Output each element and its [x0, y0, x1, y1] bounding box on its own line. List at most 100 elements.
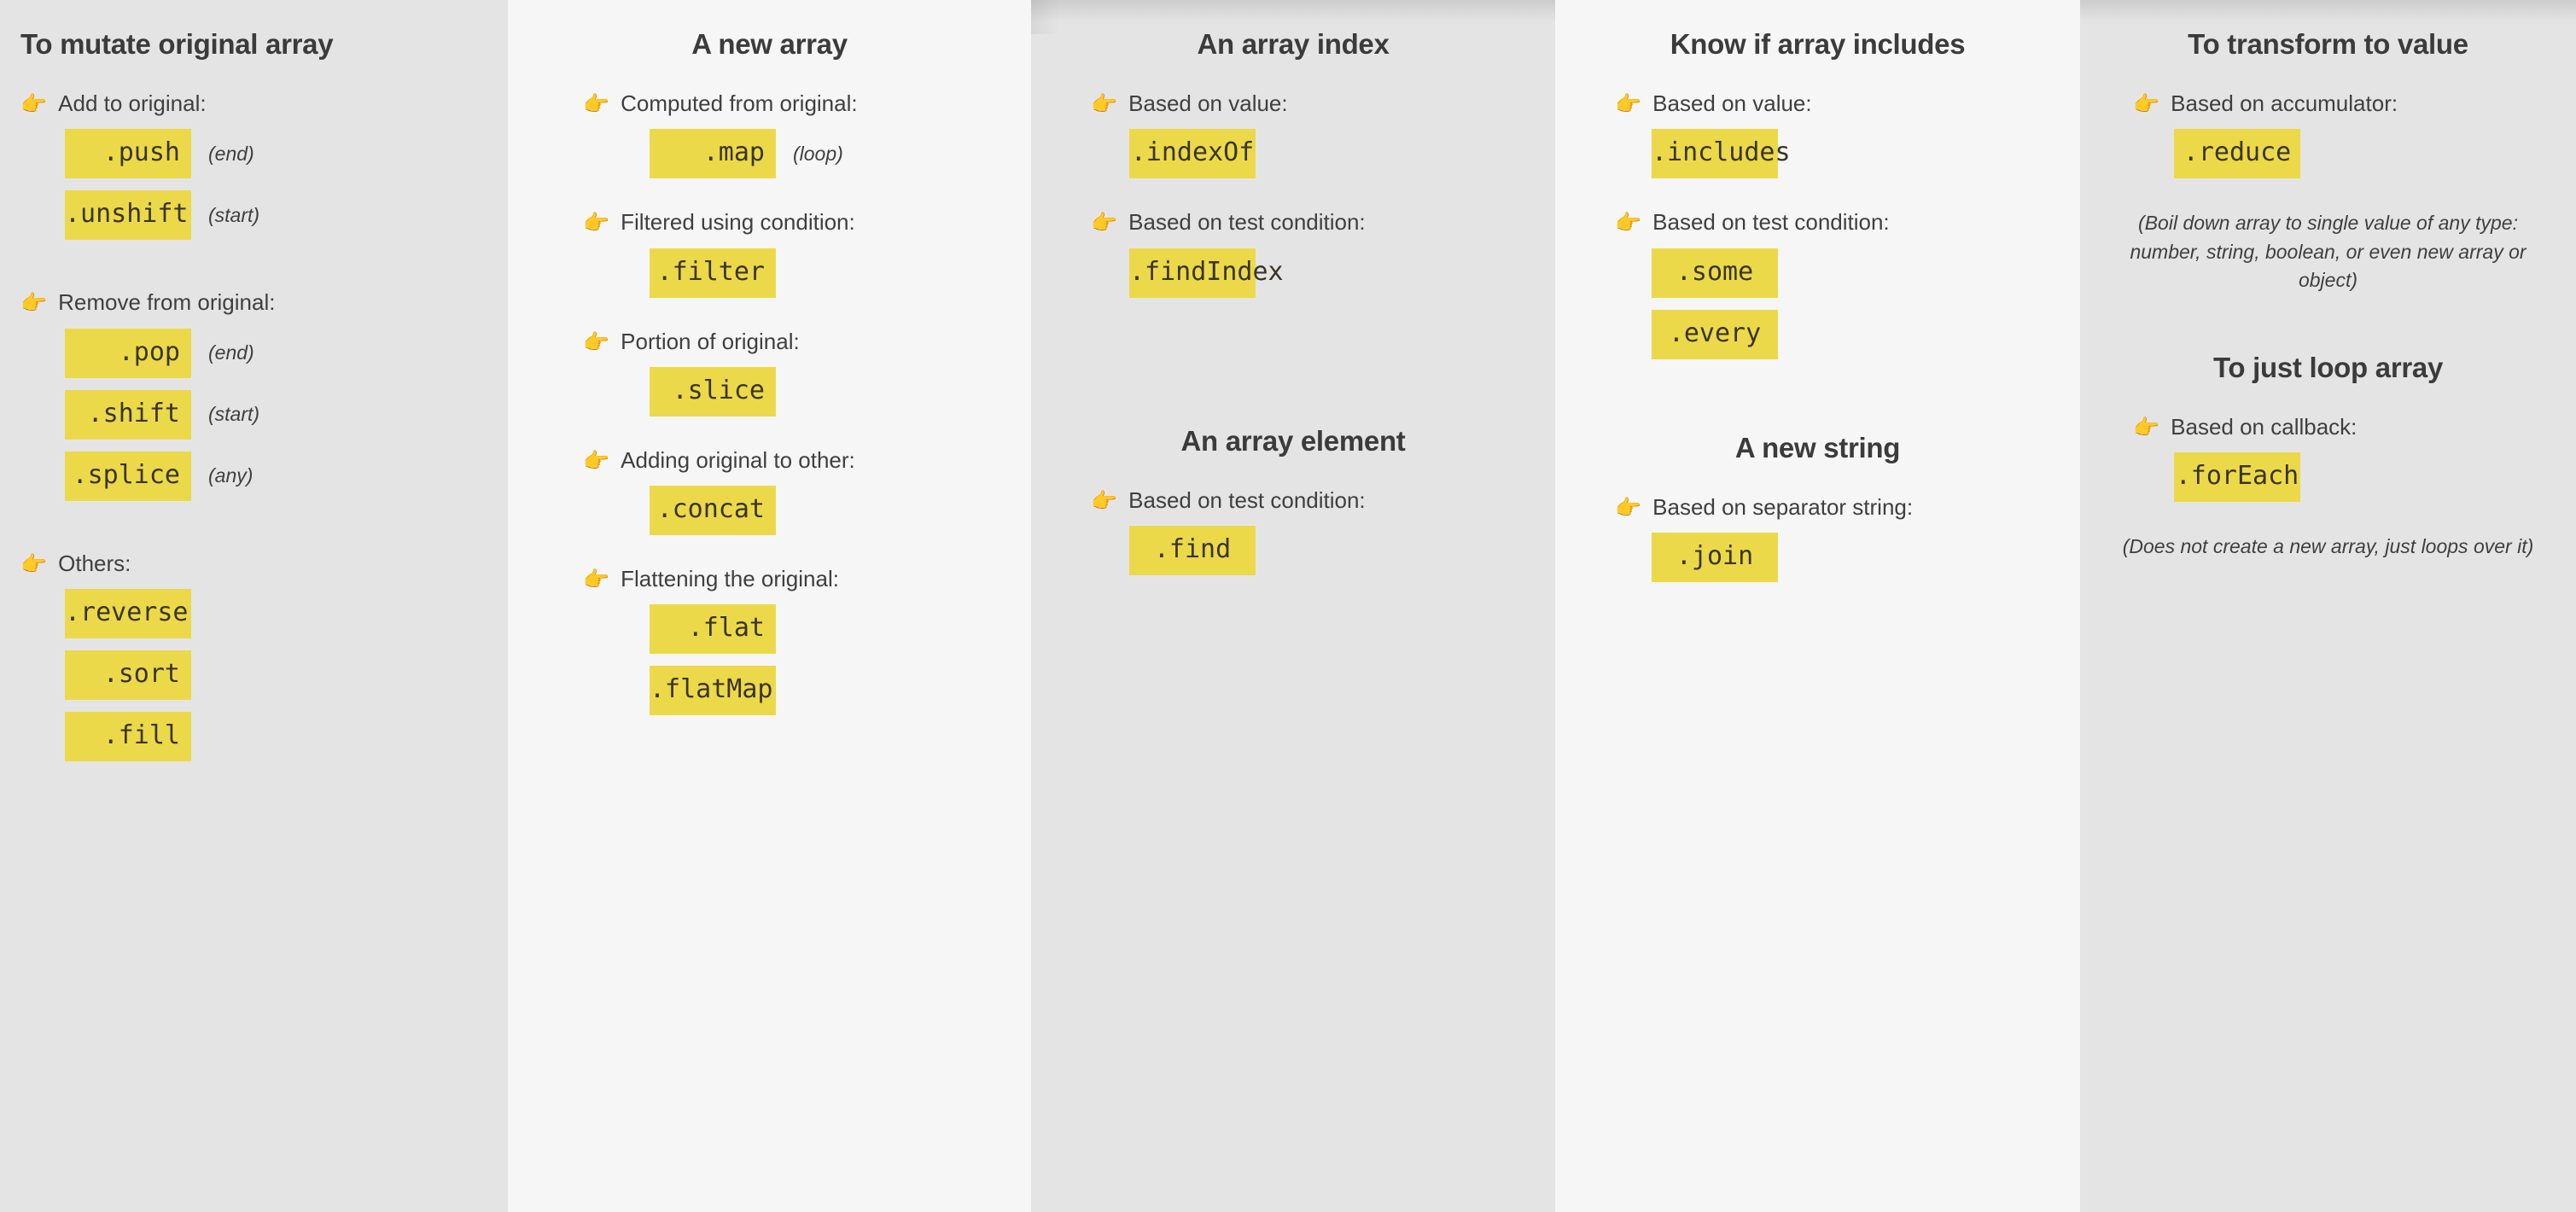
method-chip[interactable]: .flat — [650, 604, 776, 655]
method-row: .push (end) — [20, 129, 508, 179]
method-row: .sort — [20, 650, 508, 700]
method-chip[interactable]: .fill — [65, 711, 191, 761]
group-label-row: 👉 Based on callback: — [2080, 414, 2576, 440]
method-chip[interactable]: .sort — [65, 650, 191, 700]
method-chip[interactable]: .includes — [1652, 129, 1791, 179]
group-label-row: 👉 Remove from original: — [20, 289, 508, 316]
group-label-row: 👉 Computed from original: — [508, 90, 1031, 117]
group-label: Others: — [58, 550, 131, 576]
group-label-row: 👉 Based on value: — [1031, 90, 1555, 117]
hand-pointer-icon: 👉 — [1091, 211, 1118, 236]
method-row: .concat — [508, 486, 1031, 536]
method-row: .find — [1031, 526, 1555, 576]
hand-pointer-icon: 👉 — [20, 291, 48, 316]
group-label: Remove from original: — [58, 289, 276, 316]
group-label-row: 👉 Based on test condition: — [1031, 487, 1555, 514]
panel-heading: Know if array includes — [1670, 28, 1966, 60]
method-row: .forEach — [2080, 452, 2576, 502]
panel-mutate-original-array: To mutate original array 👉 Add to origin… — [0, 0, 508, 1212]
group-label: Based on test condition: — [1128, 487, 1366, 513]
group-label: Based on test condition: — [1652, 209, 1890, 236]
group-label: Based on value: — [1128, 90, 1288, 117]
method-row: .some — [1555, 248, 2080, 298]
method-chip[interactable]: .forEach — [2174, 452, 2300, 502]
hand-pointer-icon: 👉 — [1615, 211, 1642, 236]
hand-pointer-icon: 👉 — [20, 551, 48, 576]
hand-pointer-icon: 👉 — [1091, 92, 1118, 117]
group-label-row: 👉 Adding original to other: — [508, 447, 1031, 474]
panel-heading: A new array — [691, 28, 848, 60]
group-label: Based on value: — [1652, 90, 1812, 117]
method-chip[interactable]: .reverse — [65, 588, 191, 638]
method-row: .findIndex — [1031, 248, 1555, 298]
group-label-row: 👉 Based on test condition: — [1031, 209, 1555, 236]
method-note: (start) — [208, 203, 260, 226]
group-label: Adding original to other: — [621, 446, 855, 473]
method-row: .shift (start) — [20, 389, 508, 440]
method-row: .indexOf — [1031, 129, 1555, 179]
group-label: Based on callback: — [2171, 413, 2357, 440]
method-chip[interactable]: .some — [1652, 248, 1778, 298]
group-label-row: 👉 Portion of original: — [508, 329, 1031, 355]
method-row: .map (loop) — [508, 129, 1031, 179]
method-row: .flatMap — [508, 666, 1031, 716]
method-row: .splice (any) — [20, 451, 508, 501]
method-chip[interactable]: .flatMap — [650, 666, 776, 716]
hand-pointer-icon: 👉 — [2133, 92, 2160, 117]
group-label: Computed from original: — [621, 90, 858, 117]
method-row: .reduce — [2080, 129, 2576, 179]
method-chip[interactable]: .findIndex — [1129, 248, 1284, 298]
group-label-row: 👉 Based on accumulator: — [2080, 90, 2576, 117]
method-chip[interactable]: .map — [650, 129, 776, 179]
panel-know-if-array-includes: Know if array includes 👉 Based on value:… — [1555, 0, 2080, 1212]
method-chip[interactable]: .reduce — [2174, 129, 2300, 179]
group-label: Portion of original: — [621, 328, 800, 354]
panel-an-array-index: An array index 👉 Based on value: .indexO… — [1031, 0, 1555, 1212]
hand-pointer-icon: 👉 — [583, 211, 610, 236]
hand-pointer-icon: 👉 — [583, 568, 610, 592]
method-row: .unshift (start) — [20, 190, 508, 241]
method-chip[interactable]: .pop — [65, 328, 191, 378]
method-row: .pop (end) — [20, 328, 508, 378]
method-chip[interactable]: .unshift — [65, 190, 191, 241]
method-chip[interactable]: .join — [1652, 533, 1778, 583]
method-chip[interactable]: .find — [1129, 526, 1256, 576]
hand-pointer-icon: 👉 — [583, 92, 610, 117]
method-note: (any) — [208, 464, 254, 487]
group-label: Add to original: — [58, 90, 207, 117]
panel-heading: To mutate original array — [20, 28, 334, 60]
method-chip[interactable]: .concat — [650, 486, 776, 536]
method-row: .slice — [508, 366, 1031, 417]
method-row: .filter — [508, 248, 1031, 298]
method-row: .fill — [20, 711, 508, 761]
method-note: (start) — [208, 403, 260, 426]
group-label: Based on accumulator: — [2171, 90, 2398, 117]
method-chip[interactable]: .indexOf — [1129, 129, 1256, 179]
panel-heading: An array index — [1197, 28, 1390, 60]
method-chip[interactable]: .shift — [65, 389, 191, 440]
group-label-row: 👉 Based on separator string: — [1555, 494, 2080, 521]
hand-pointer-icon: 👉 — [1615, 92, 1642, 117]
method-row: .flat — [508, 604, 1031, 655]
method-chip[interactable]: .filter — [650, 248, 776, 298]
method-chip[interactable]: .slice — [650, 366, 776, 417]
hand-pointer-icon: 👉 — [2133, 415, 2160, 440]
method-chip[interactable]: .push — [65, 129, 191, 179]
hand-pointer-icon: 👉 — [1091, 488, 1118, 513]
group-label: Filtered using condition: — [621, 209, 855, 236]
group-label-row: 👉 Others: — [20, 551, 508, 577]
group-label: Based on test condition: — [1128, 209, 1366, 236]
hand-pointer-icon: 👉 — [583, 329, 610, 354]
cheatsheet: To mutate original array 👉 Add to origin… — [0, 0, 2576, 1212]
method-chip[interactable]: .every — [1652, 309, 1778, 359]
group-label-row: 👉 Based on value: — [1555, 90, 2080, 117]
method-chip[interactable]: .splice — [65, 451, 191, 501]
panel-to-transform-to-value: To transform to value 👉 Based on accumul… — [2080, 0, 2576, 1212]
panel-heading: To transform to value — [2188, 28, 2468, 60]
panel-note-secondary: (Does not create a new array, just loops… — [2122, 535, 2534, 557]
